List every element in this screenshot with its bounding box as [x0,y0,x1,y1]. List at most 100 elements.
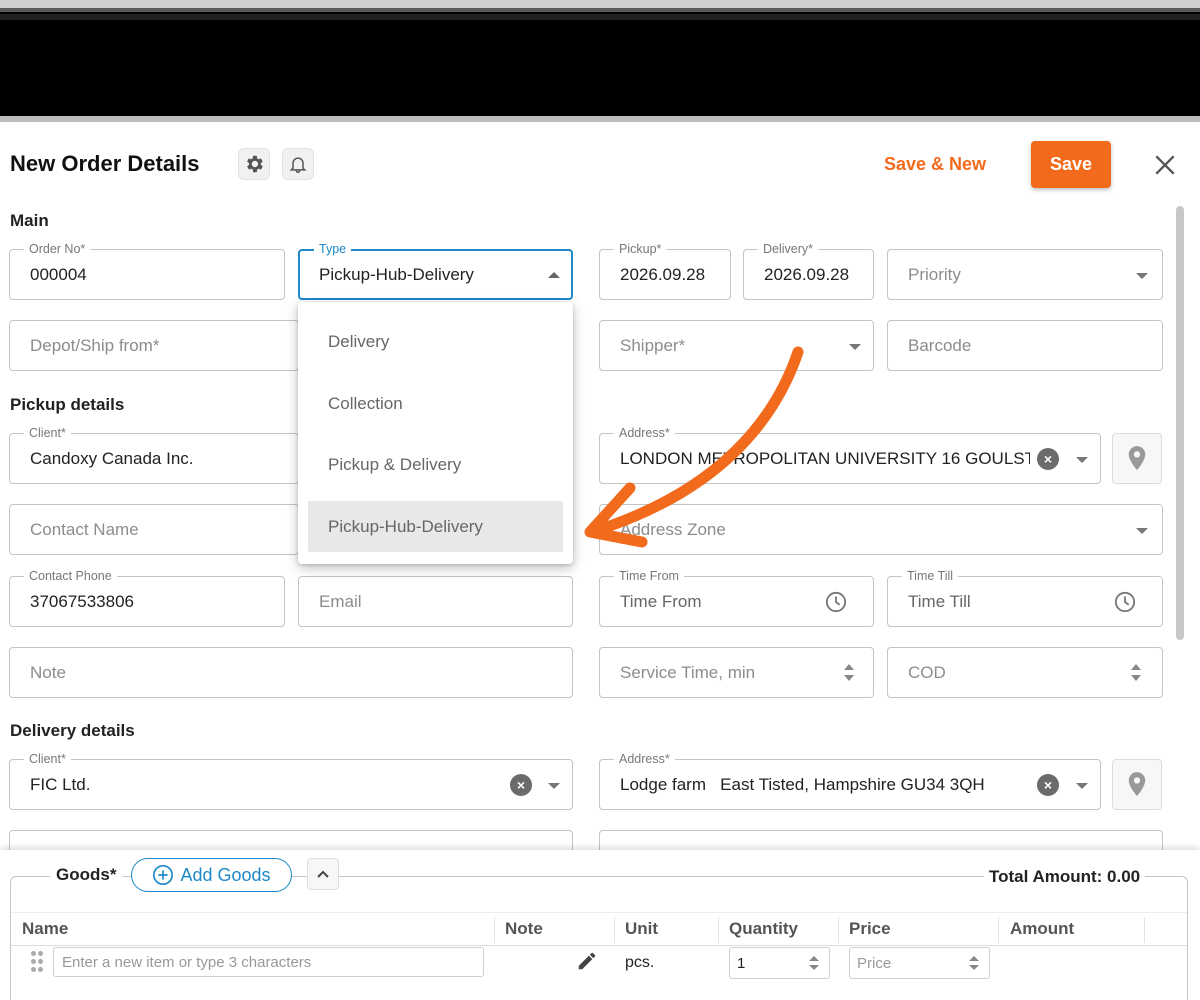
clear-icon[interactable]: × [510,774,532,796]
contact-phone-field[interactable]: Contact Phone 37067533806 [9,569,285,627]
type-option-delivery[interactable]: Delivery [308,316,563,367]
pickup-date-field[interactable]: Pickup* 2026.09.28 [599,242,731,300]
stepper-icon[interactable] [844,664,854,684]
field-placeholder: Depot/Ship from* [30,336,160,355]
field-value: LONDON METROPOLITAN UNIVERSITY 16 GOULST [620,449,1030,468]
clock-icon[interactable] [825,591,847,613]
gear-icon [247,155,263,173]
goods-name-input[interactable]: Enter a new item or type 3 characters [53,947,484,977]
column-header-unit[interactable]: Unit [625,919,658,939]
field-label: Delivery* [758,242,819,256]
field-label: Pickup* [614,242,667,256]
type-option-pickup-hub-delivery[interactable]: Pickup-Hub-Delivery [308,501,563,552]
column-separator[interactable] [838,917,839,943]
delivery-address-field[interactable]: Address* Lodge farm East Tisted, Hampshi… [599,752,1101,810]
column-separator[interactable] [494,917,495,943]
column-separator[interactable] [614,917,615,943]
contact-name-field[interactable]: Contact Name [9,504,299,555]
field-placeholder: Time Till [908,592,971,611]
field-placeholder: COD [908,663,946,682]
field-placeholder: Priority [908,265,961,284]
type-option-pickup-delivery[interactable]: Pickup & Delivery [308,439,563,490]
save-and-new-button[interactable]: Save & New [884,154,986,175]
add-goods-button[interactable]: Add Goods [131,858,292,892]
goods-quantity-input[interactable]: 1 [729,947,830,979]
stepper-icon[interactable] [809,956,819,972]
clock-icon[interactable] [1114,591,1136,613]
delivery-date-field[interactable]: Delivery* 2026.09.28 [743,242,874,300]
pickup-address-field[interactable]: Address* LONDON METROPOLITAN UNIVERSITY … [599,426,1101,484]
column-header-amount[interactable]: Amount [1010,919,1074,939]
stepper-icon[interactable] [1131,664,1141,684]
field-placeholder: Email [319,592,362,611]
column-header-price[interactable]: Price [849,919,891,939]
goods-unit: pcs. [625,954,655,971]
pickup-map-pin-button[interactable] [1112,433,1162,484]
field-label: Time From [614,569,684,583]
settings-button[interactable] [238,148,270,180]
delivery-client-field[interactable]: Client* FIC Ltd. × [9,752,573,810]
field-label: Order No* [24,242,91,256]
pickup-client-field[interactable]: Client* Candoxy Canada Inc. [9,426,299,484]
field-placeholder: Service Time, min [620,663,756,682]
frame-stripe [0,116,1200,122]
notifications-button[interactable] [282,148,314,180]
time-from-field[interactable]: Time From Time From [599,569,874,627]
column-header-note[interactable]: Note [505,919,543,939]
type-select[interactable]: Type Pickup-Hub-Delivery [298,242,573,300]
goods-table-header: Name Note Unit Quantity Price Amount [11,912,1187,946]
column-separator[interactable] [998,917,999,943]
column-separator[interactable] [1144,917,1145,943]
priority-select[interactable]: Priority [887,249,1163,300]
field-placeholder: Contact Name [30,520,139,539]
depot-select[interactable]: Depot/Ship from* [9,320,299,371]
column-separator[interactable] [718,917,719,943]
clear-icon[interactable]: × [1037,774,1059,796]
field-value: 2026.09.28 [764,265,850,284]
service-time-field[interactable]: Service Time, min [599,647,874,698]
save-button[interactable]: Save [1031,141,1111,188]
column-header-name[interactable]: Name [22,919,68,939]
map-pin-icon [1128,771,1146,796]
chevron-down-icon [849,344,861,350]
type-option-collection[interactable]: Collection [308,378,563,429]
close-icon[interactable] [1152,152,1178,178]
drag-handle-icon[interactable] [31,951,45,973]
page-title: New Order Details [10,151,200,176]
field-value: Pickup-Hub-Delivery [319,265,474,284]
note-field[interactable]: Note [9,647,573,698]
pencil-icon[interactable] [576,950,598,972]
scrollbar-thumb[interactable] [1176,206,1184,640]
field-placeholder: Shipper* [620,336,686,355]
map-pin-icon [1128,445,1146,470]
form-scrollbar[interactable] [1172,200,1188,850]
email-field[interactable]: Email [298,576,573,627]
barcode-field[interactable]: Barcode [887,320,1163,371]
chevron-down-icon [1136,273,1148,279]
frame-stripe [0,8,1200,12]
frame-stripe [0,0,1200,8]
field-value: FIC Ltd. [30,775,91,794]
column-header-quantity[interactable]: Quantity [729,919,798,939]
field-value: Lodge farm East Tisted, Hampshire GU34 3… [620,775,985,794]
collapse-goods-button[interactable] [307,858,339,890]
price-placeholder: Price [857,955,892,972]
field-placeholder: Time From [620,592,702,611]
field-placeholder: Address Zone [620,520,726,539]
frame-stripe [0,14,1200,20]
stepper-icon[interactable] [969,956,979,972]
caret-up-icon [548,272,560,278]
total-amount: Total Amount: 0.00 [984,867,1146,887]
add-goods-label: Add Goods [180,864,271,885]
cod-field[interactable]: COD [887,647,1163,698]
order-no-field[interactable]: Order No* 000004 [9,242,285,300]
field-label: Client* [24,752,71,766]
clear-icon[interactable]: × [1037,448,1059,470]
address-zone-select[interactable]: Address Zone [599,504,1163,555]
delivery-map-pin-button[interactable] [1112,759,1162,810]
shipper-select[interactable]: Shipper* [599,320,874,371]
field-label: Time Till [902,569,959,583]
goods-title: Goods* [50,865,123,885]
time-till-field[interactable]: Time Till Time Till [887,569,1163,627]
goods-price-input[interactable]: Price [849,947,990,979]
